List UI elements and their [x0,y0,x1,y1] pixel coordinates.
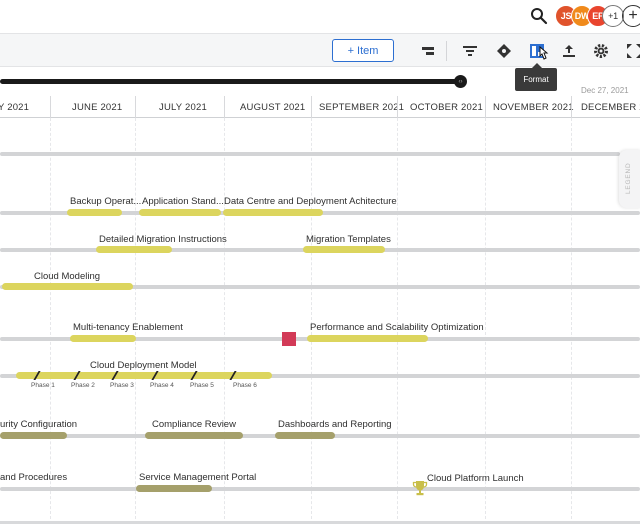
filter-icon[interactable] [462,43,478,59]
item-label[interactable]: Performance and Scalability Optimization [310,322,484,333]
item-bar[interactable] [70,335,136,342]
timeline-end-date: Dec 27, 2021 [581,86,629,95]
milestone-marker[interactable] [282,332,296,346]
avatar-more[interactable]: +1 [602,5,624,27]
item-bar[interactable] [136,485,212,492]
item-label[interactable]: urity Configuration [0,419,77,430]
item-label[interactable]: Dashboards and Reporting [278,419,392,430]
plus-icon: + [347,44,355,57]
row-track [0,487,640,491]
phase-label: Phase 1 [31,382,55,389]
add-item-button[interactable]: + Item [332,39,394,62]
month-june: JUNE 2021 [72,102,123,113]
toolbar-divider [446,41,447,61]
phase-label: Phase 2 [71,382,95,389]
month-divider [485,96,486,118]
trophy-icon[interactable] [412,480,428,496]
month-december: DECEMBER 20 [581,102,640,113]
month-divider [311,96,312,118]
item-bar[interactable] [2,283,133,290]
item-bar[interactable] [67,209,122,216]
legend-label: LEGEND [625,162,632,194]
month-divider [571,96,572,118]
milestone-icon[interactable] [496,43,512,59]
month-november: NOVEMBER 2021 [493,102,574,113]
month-september: SEPTEMBER 2021 [319,102,405,113]
item-label[interactable]: Detailed Migration Instructions [99,234,227,245]
phase-label: Phase 3 [110,382,134,389]
swimlane-icon[interactable] [420,43,436,59]
item-bar[interactable] [145,432,243,439]
item-label[interactable]: Multi-tenancy Enablement [73,322,183,333]
top-bar: JS DW EP +1 + [0,0,640,33]
grid-line [50,118,51,524]
month-divider [135,96,136,118]
format-tooltip: Format [515,63,557,91]
item-label[interactable]: Cloud Deployment Model [90,360,197,371]
grid-line [135,118,136,524]
month-august: AUGUST 2021 [240,102,306,113]
item-label[interactable]: Backup Operat... [70,196,141,207]
grid-line [397,118,398,524]
add-collaborator-button[interactable]: + [622,5,640,27]
month-october: OCTOBER 2021 [410,102,483,113]
item-label[interactable]: Cloud Platform Launch [427,473,524,484]
item-bar[interactable] [307,335,428,342]
gear-icon[interactable] [593,43,609,59]
item-bar[interactable] [275,432,335,439]
cursor-icon [539,46,549,60]
search-icon[interactable] [530,7,548,25]
item-label[interactable]: Application Stand... [142,196,224,207]
month-july: JULY 2021 [159,102,207,113]
grid-line [224,118,225,524]
item-label[interactable]: Migration Templates [306,234,391,245]
item-bar[interactable] [96,246,172,253]
item-label[interactable]: Cloud Modeling [34,271,100,282]
add-item-label: Item [357,44,379,57]
item-label[interactable]: Service Management Portal [139,472,256,483]
grid-line [311,118,312,524]
month-header: Y 2021 JUNE 2021 JULY 2021 AUGUST 2021 S… [0,96,640,118]
grid-line [571,118,572,524]
item-bar[interactable] [303,246,385,253]
timeline-scrubber-track[interactable] [0,79,462,84]
month-may: Y 2021 [0,102,30,113]
item-label[interactable]: Compliance Review [152,419,236,430]
phase-label: Phase 6 [233,382,257,389]
item-label[interactable]: and Procedures [0,472,67,483]
item-bar[interactable] [223,209,323,216]
month-divider [397,96,398,118]
month-divider [50,96,51,118]
legend-tab[interactable]: LEGEND [619,150,640,208]
month-divider [224,96,225,118]
grid-line [485,118,486,524]
fullscreen-icon[interactable] [626,43,640,59]
item-label[interactable]: Data Centre and Deployment Achitecture [224,196,397,207]
phase-label: Phase 5 [190,382,214,389]
row-track [0,152,620,156]
phase-label: Phase 4 [150,382,174,389]
timeline-scrubber-handle[interactable]: ‹› [454,75,467,88]
item-bar[interactable] [139,209,221,216]
item-bar[interactable] [0,432,67,439]
export-icon[interactable] [561,43,577,59]
toolbar: + Item [0,33,640,67]
